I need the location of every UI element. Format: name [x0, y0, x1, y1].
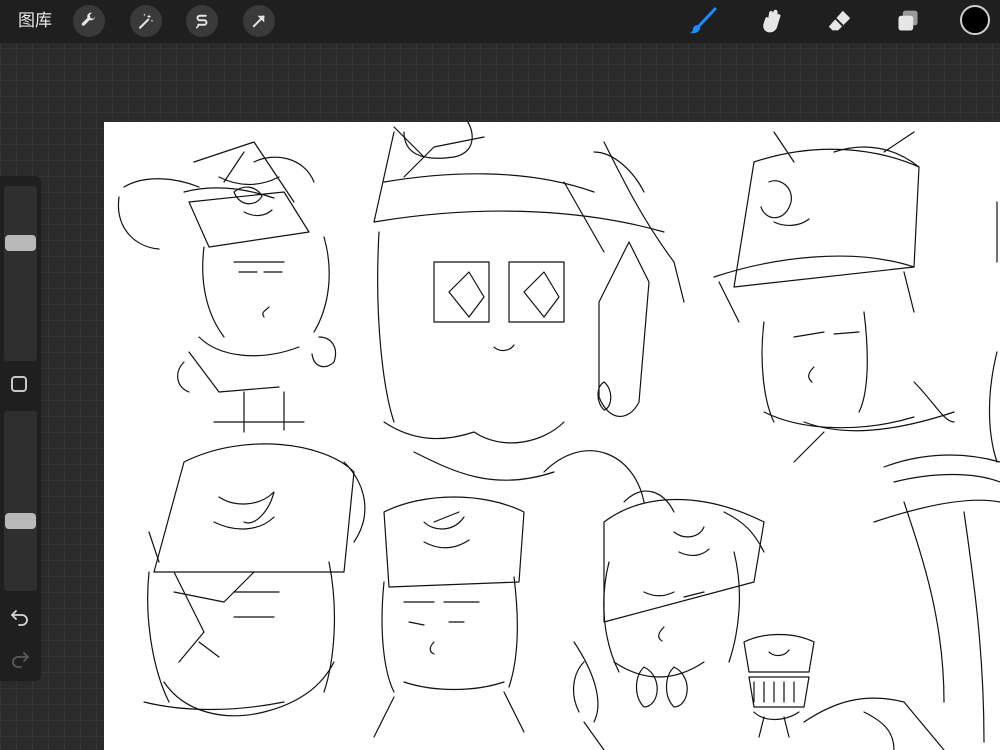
drawing-canvas[interactable]	[104, 122, 1000, 750]
brush-opacity-slider[interactable]	[4, 411, 37, 591]
sketch-character-5	[373, 496, 525, 738]
redo-arrow-icon	[12, 652, 29, 668]
sketch-character-3	[713, 131, 955, 463]
color-picker-button[interactable]	[960, 5, 990, 35]
brush-size-slider[interactable]	[4, 186, 37, 361]
brush-icon	[690, 7, 717, 34]
layers-icon	[898, 10, 918, 31]
brush-size-handle[interactable]	[5, 235, 36, 251]
wrench-icon	[81, 12, 96, 26]
magic-wand-icon	[139, 13, 154, 29]
undo-button[interactable]	[10, 606, 30, 626]
sketch-character-small	[743, 633, 815, 738]
actions-button[interactable]	[73, 5, 105, 37]
redo-button[interactable]	[10, 648, 30, 668]
layers-button[interactable]	[893, 6, 923, 36]
selection-button[interactable]	[186, 5, 218, 37]
arrow-cursor-icon	[252, 15, 265, 28]
sketch-character-partial-right	[803, 201, 1000, 750]
sketch-character-2	[373, 122, 685, 513]
undo-arrow-icon	[11, 610, 28, 626]
smudge-hand-icon	[763, 9, 781, 33]
sketch-character-1	[117, 141, 337, 433]
brush-opacity-handle[interactable]	[5, 513, 36, 529]
left-sidebar	[0, 176, 41, 681]
transform-button[interactable]	[243, 5, 275, 37]
top-toolbar: 图库	[0, 0, 1000, 43]
brush-button[interactable]	[688, 6, 718, 36]
sketch-character-6	[572, 498, 765, 750]
smudge-button[interactable]	[756, 6, 786, 36]
sketch-character-4	[143, 443, 366, 717]
modify-button[interactable]	[11, 376, 27, 392]
eraser-button[interactable]	[825, 6, 855, 36]
adjustments-button[interactable]	[130, 5, 162, 37]
gallery-button[interactable]: 图库	[18, 11, 52, 31]
eraser-icon	[828, 10, 851, 31]
sketch-artwork	[117, 122, 1000, 750]
selection-s-icon	[196, 14, 208, 29]
